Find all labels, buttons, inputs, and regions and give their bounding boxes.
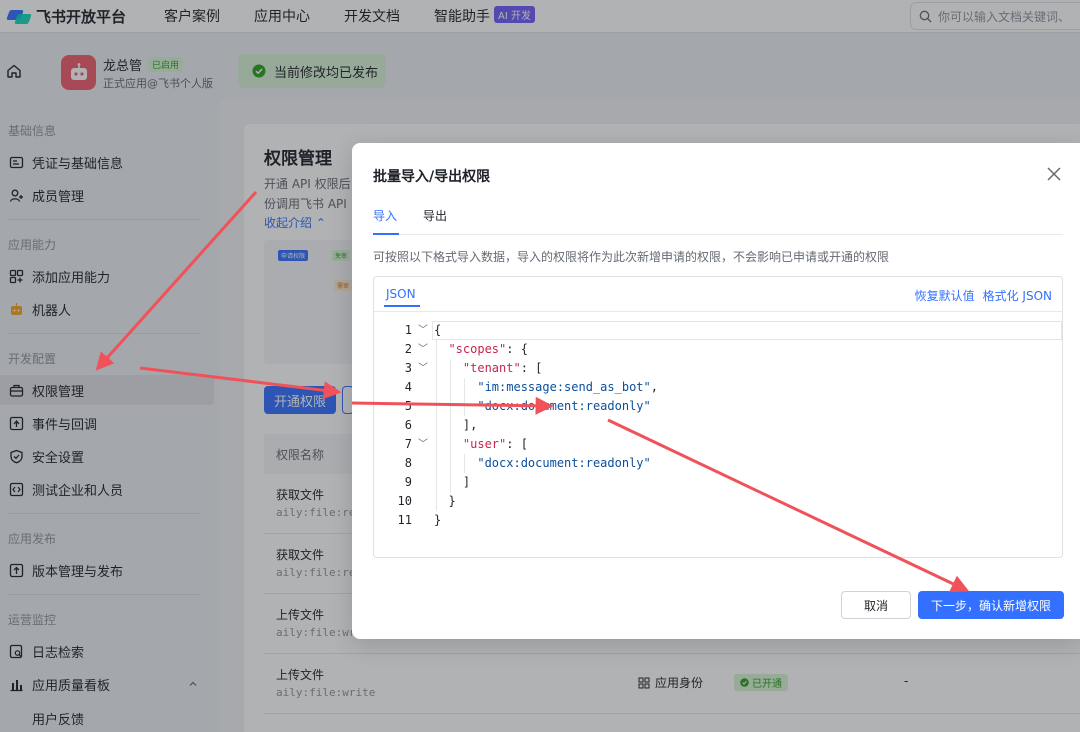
json-open-brace: { [434,323,442,337]
json-close-brace: } [448,494,456,508]
code-text: } [434,492,456,511]
json-key-user: "user" [462,437,507,451]
line-number: 5 [404,399,412,413]
fold-chevron-icon[interactable]: ﹀ [418,359,428,378]
restore-default-button[interactable]: 恢复默认值 [915,287,975,304]
code-line: 11 } [374,511,1062,530]
line-number: 2 [404,342,412,356]
line-number: 11 [397,513,412,527]
editor-tab-indicator [384,305,420,307]
line-number: 10 [397,494,412,508]
tab-indicator [373,233,399,235]
json-scope-value: "docx:document:readonly" [477,456,651,470]
fold-chevron-icon[interactable]: ﹀ [418,340,428,359]
line-number: 3 [404,361,412,375]
confirm-add-permission-button[interactable]: 下一步，确认新增权限 [918,591,1064,619]
code-line: 2 ﹀ "scopes": { [374,340,1062,359]
json-scope-value: "docx:document:readonly" [477,399,651,413]
cancel-button[interactable]: 取消 [841,591,911,619]
code-text: } [434,511,441,530]
import-description: 可按照以下格式导入数据，导入的权限将作为此次新增申请的权限，不会影响已申请或开通… [373,250,890,264]
line-number: 9 [404,475,412,489]
code-text: "docx:document:readonly" [434,454,651,473]
line-number: 4 [404,380,412,394]
tab-import[interactable]: 导入 [373,207,397,224]
format-json-button[interactable]: 格式化 JSON [983,287,1052,304]
code-line: 8 "docx:document:readonly" [374,454,1062,473]
code-text: { [434,321,441,340]
code-text: ] [434,475,471,489]
code-line: 10 } [374,492,1062,511]
code-text: "im:message:send_as_bot", [477,380,658,394]
json-close-brace: } [434,513,442,527]
code-line: 9 ] [374,473,1062,492]
code-line: 3 ﹀ "tenant": [ [374,359,1062,378]
code-text: ], [434,418,478,432]
code-line: 4 "im:message:send_as_bot", [374,378,1062,397]
line-number: 7 [404,437,412,451]
tab-export[interactable]: 导出 [423,207,447,224]
line-number: 1 [404,323,412,337]
json-scope-value: "im:message:send_as_bot" [477,380,651,394]
json-key-tenant: "tenant" [462,361,521,375]
code-text: "tenant": [ [462,361,543,375]
code-line: 5 "docx:document:readonly" [374,397,1062,416]
editor-tab-json[interactable]: JSON [386,287,416,301]
code-text: "user": [ [462,437,528,451]
editor-divider [374,311,1062,312]
fold-chevron-icon[interactable]: ﹀ [418,321,428,340]
json-editor[interactable]: JSON 恢复默认值 格式化 JSON 1 ﹀ { 2 ﹀ "scopes": … [373,276,1063,558]
code-text: "scopes": { [448,342,528,356]
json-key-scopes: "scopes" [448,342,507,356]
line-number: 8 [404,456,412,470]
code-text: "docx:document:readonly" [434,397,651,416]
close-icon[interactable] [1046,166,1062,182]
modal-tabs: 导入 导出 [373,207,1063,235]
code-line: 7 ﹀ "user": [ [374,435,1062,454]
line-number: 6 [404,418,412,432]
code-line: 6 ], [374,416,1062,435]
editor-actions: 恢复默认值 格式化 JSON [907,287,1052,304]
fold-chevron-icon[interactable]: ﹀ [418,435,428,454]
import-export-modal: 批量导入/导出权限 导入 导出 可按照以下格式导入数据，导入的权限将作为此次新增… [352,143,1080,639]
code-line: 1 ﹀ { [374,321,1062,340]
modal-title: 批量导入/导出权限 [373,169,491,185]
